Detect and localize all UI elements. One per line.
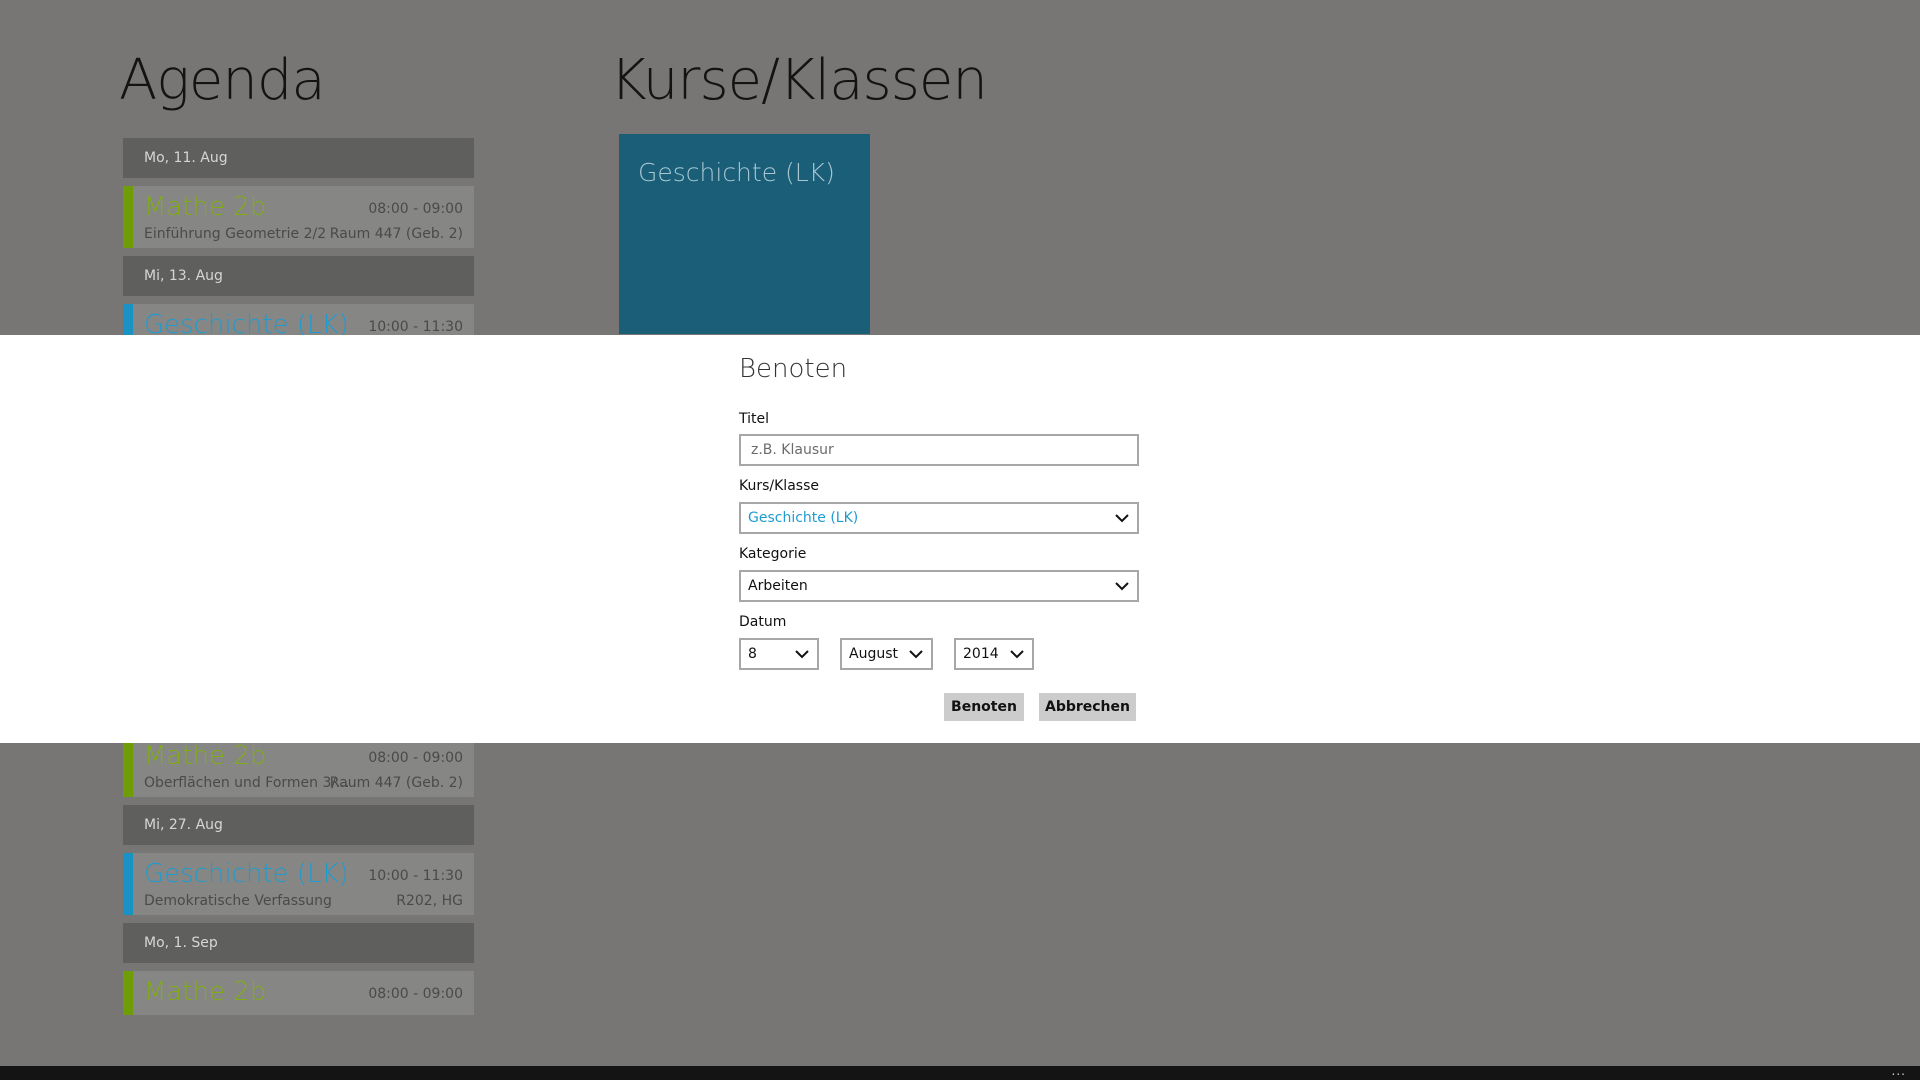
cancel-button[interactable]: Abbrechen [1039,693,1136,721]
agenda-entry[interactable]: Mathe 2b 08:00 - 09:00 Oberflächen und F… [123,735,474,797]
day-select-value: 8 [748,646,757,662]
day-header: Mo, 1. Sep [123,923,474,963]
entry-room: R202, HG [396,893,463,909]
course-tile-label: Geschichte (LK) [638,158,835,187]
course-select[interactable]: Geschichte (LK) [739,502,1139,534]
course-color-stripe [123,971,133,1015]
course-color-stripe [123,186,133,248]
entry-topic: Einführung Geometrie 2/2 [144,226,327,242]
month-select[interactable]: August [840,638,933,670]
entry-time: 08:00 - 09:00 [368,750,463,766]
entry-course: Mathe 2b [144,741,267,771]
entry-time: 10:00 - 11:30 [368,868,463,884]
agenda-entry[interactable]: Mathe 2b 08:00 - 09:00 Einführung Geomet… [123,186,474,248]
course-label: Kurs/Klasse [739,478,819,494]
course-color-stripe [123,853,133,915]
courses-title: Kurse/Klassen [610,48,988,113]
chevron-down-icon [909,650,923,659]
dialog-title: Benoten [739,354,848,384]
entry-course: Geschichte (LK) [144,859,349,889]
entry-time: 10:00 - 11:30 [368,319,463,335]
agenda-entry[interactable]: Geschichte (LK) 10:00 - 11:30 Demokratis… [123,853,474,915]
agenda-title: Agenda [119,48,326,113]
entry-topic: Oberflächen und Formen 3/... [144,775,350,791]
course-color-stripe [123,735,133,797]
chevron-down-icon [795,650,809,659]
entry-time: 08:00 - 09:00 [368,986,463,1002]
agenda-entry[interactable]: Mathe 2b 08:00 - 09:00 [123,971,474,1015]
title-input[interactable] [739,434,1139,466]
bottom-app-bar: ... [0,1065,1920,1080]
title-label: Titel [739,411,770,427]
confirm-grade-button[interactable]: Benoten [944,693,1024,721]
entry-topic: Demokratische Verfassung [144,893,332,909]
chevron-down-icon [1010,650,1024,659]
day-header: Mo, 11. Aug [123,138,474,178]
month-select-value: August [849,646,898,662]
date-label: Datum [739,614,787,630]
more-dots-icon[interactable]: ... [1892,1065,1906,1077]
entry-course: Mathe 2b [144,977,267,1007]
course-select-value: Geschichte (LK) [748,510,859,526]
entry-course: Mathe 2b [144,192,267,222]
day-header: Mi, 27. Aug [123,805,474,845]
category-select-value: Arbeiten [748,578,808,594]
category-label: Kategorie [739,546,807,562]
agenda-list-lower: Mathe 2b 08:00 - 09:00 Oberflächen und F… [123,735,474,1023]
chevron-down-icon [1115,582,1129,591]
course-tile[interactable]: Geschichte (LK) [619,134,870,334]
year-select-value: 2014 [963,646,999,662]
grade-dialog: Benoten Titel Kurs/Klasse Geschichte (LK… [0,335,1920,743]
year-select[interactable]: 2014 [954,638,1034,670]
entry-room: Raum 447 (Geb. 2) [329,226,463,242]
entry-time: 08:00 - 09:00 [368,201,463,217]
chevron-down-icon [1115,514,1129,523]
day-header: Mi, 13. Aug [123,256,474,296]
day-select[interactable]: 8 [739,638,819,670]
category-select[interactable]: Arbeiten [739,570,1139,602]
entry-room: Raum 447 (Geb. 2) [329,775,463,791]
